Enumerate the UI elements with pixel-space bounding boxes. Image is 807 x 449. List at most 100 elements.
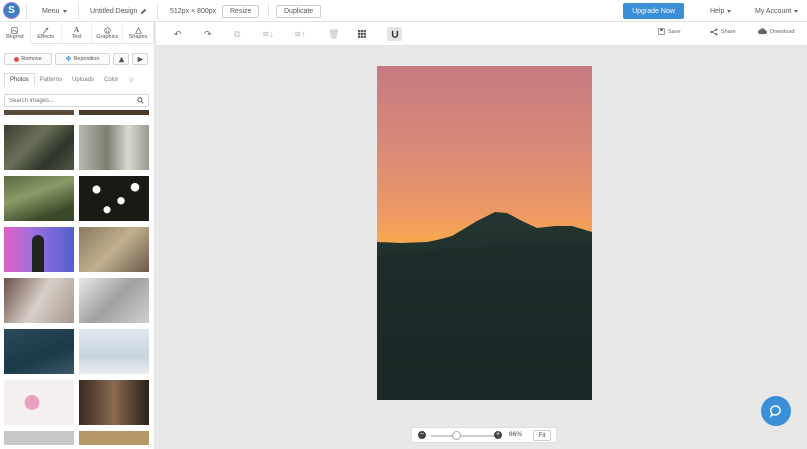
delete-button[interactable]: 🗑 <box>328 27 339 41</box>
reposition-button[interactable]: ✥ Reposition <box>55 53 110 65</box>
remove-icon <box>14 56 20 62</box>
image-thumb[interactable] <box>79 110 149 115</box>
caret-down-icon <box>62 9 67 13</box>
upgrade-label: Upgrade Now <box>632 7 675 15</box>
canvas-size: 512px × 800px <box>170 0 216 22</box>
subtab-label: Uploads <box>72 76 95 83</box>
image-thumb[interactable] <box>4 329 74 374</box>
image-thumb[interactable] <box>4 110 74 115</box>
tab-effects[interactable]: Effects <box>31 22 62 44</box>
trash-icon: 🗑 <box>328 28 340 39</box>
image-thumb[interactable] <box>4 380 74 425</box>
layer-up-icon: ≋↑ <box>294 28 307 39</box>
subtab-favorites[interactable]: ☆ <box>123 73 139 86</box>
silhouette <box>32 235 44 272</box>
subtab-label: Color <box>104 76 119 83</box>
redo-button[interactable]: ↷ <box>204 27 212 41</box>
image-thumb[interactable] <box>79 278 149 323</box>
zoom-out-button[interactable]: − <box>418 431 426 439</box>
remove-label: Remove <box>21 56 42 62</box>
pencil-icon <box>141 8 147 14</box>
image-thumb[interactable] <box>4 227 74 272</box>
send-backward-button[interactable]: ≋↓ <box>262 27 274 41</box>
image-thumb[interactable] <box>79 431 149 445</box>
image-thumb[interactable] <box>79 125 149 170</box>
design-title[interactable]: Untitled Design <box>90 0 147 22</box>
menu-button[interactable]: Menu <box>42 0 67 22</box>
design-canvas[interactable] <box>377 66 592 400</box>
top-bar: S Menu Untitled Design 512px × 800px Res… <box>0 0 807 22</box>
sidebar: Bkgrnd Effects A Text Graphics Shapes Re… <box>0 22 155 449</box>
tab-label: Shapes <box>128 33 148 40</box>
flip-icon <box>118 56 124 62</box>
tab-label: Effects <box>37 33 55 40</box>
tab-graphics[interactable]: Graphics <box>92 22 124 44</box>
image-thumb[interactable] <box>4 431 74 445</box>
zoom-slider-track[interactable] <box>431 435 499 437</box>
upgrade-button[interactable]: Upgrade Now <box>623 3 684 19</box>
image-thumb[interactable] <box>79 227 149 272</box>
chat-support-button[interactable] <box>761 396 791 426</box>
image-thumb[interactable] <box>4 176 74 221</box>
search-icon[interactable] <box>137 97 144 104</box>
zoom-in-button[interactable]: + <box>494 431 502 439</box>
save-button[interactable]: Save <box>658 28 681 35</box>
undo-button[interactable]: ↶ <box>174 27 182 41</box>
grid-button[interactable] <box>358 27 366 41</box>
image-thumb[interactable] <box>79 329 149 374</box>
flip-vertical-button[interactable] <box>113 53 129 65</box>
search-input[interactable] <box>9 97 129 104</box>
sunset-mountain-image <box>377 66 592 400</box>
share-label: Share <box>721 29 736 35</box>
account-button[interactable]: My Account <box>755 0 799 22</box>
image-thumb[interactable] <box>79 176 149 221</box>
duplicate-button[interactable]: Duplicate <box>276 0 322 22</box>
caret-down-icon <box>727 9 732 13</box>
share-button[interactable]: Share <box>710 28 736 36</box>
image-thumb[interactable] <box>4 278 74 323</box>
undo-icon: ↶ <box>174 28 182 39</box>
tab-text[interactable]: A Text <box>62 22 93 44</box>
account-label: My Account <box>755 7 792 15</box>
tab-shapes[interactable]: Shapes <box>123 22 154 44</box>
copy-button[interactable]: ⧉ <box>234 27 240 41</box>
zoom-slider-handle[interactable] <box>452 431 461 440</box>
image-thumb[interactable] <box>79 380 149 425</box>
divider <box>268 3 269 19</box>
editor-toolbar: ↶ ↷ ⧉ ≋↓ ≋↑ 🗑 Save Share Download <box>156 22 807 46</box>
flip-horizontal-button[interactable] <box>132 53 148 65</box>
background-actions: Remove ✥ Reposition <box>4 53 148 65</box>
snap-magnet-button[interactable] <box>387 27 402 41</box>
tab-background[interactable]: Bkgrnd <box>0 22 31 44</box>
plus-icon: + <box>495 431 501 438</box>
subtab-uploads[interactable]: Uploads <box>67 73 99 86</box>
graphics-icon <box>104 26 111 34</box>
tab-label: Bkgrnd <box>6 33 24 40</box>
tab-label: Graphics <box>96 33 119 40</box>
subtab-patterns[interactable]: Patterns <box>35 73 67 86</box>
text-icon: A <box>73 26 80 34</box>
image-thumb[interactable] <box>4 125 74 170</box>
subtab-color[interactable]: Color <box>99 73 123 86</box>
star-icon: ☆ <box>128 76 135 84</box>
save-label: Save <box>668 28 681 35</box>
subtab-label: Photos <box>10 77 29 83</box>
fit-button[interactable]: Fit <box>533 430 551 441</box>
shapes-icon <box>134 26 142 34</box>
help-button[interactable]: Help <box>710 0 732 22</box>
design-title-text: Untitled Design <box>90 7 138 15</box>
minus-icon: − <box>419 431 425 438</box>
resize-button[interactable]: Resize <box>222 0 260 22</box>
bring-forward-button[interactable]: ≋↑ <box>294 27 306 41</box>
redo-icon: ↷ <box>204 28 212 39</box>
cloud-download-icon <box>758 28 767 35</box>
download-button[interactable]: Download <box>758 28 794 35</box>
download-label: Download <box>770 28 795 35</box>
caret-down-icon <box>794 9 799 13</box>
remove-button[interactable]: Remove <box>4 53 52 65</box>
subtab-photos[interactable]: Photos <box>4 73 35 86</box>
canvas-size-text: 512px × 800px <box>170 7 217 15</box>
app-logo[interactable]: S <box>3 2 20 19</box>
background-icon <box>11 26 19 34</box>
divider <box>157 3 158 19</box>
